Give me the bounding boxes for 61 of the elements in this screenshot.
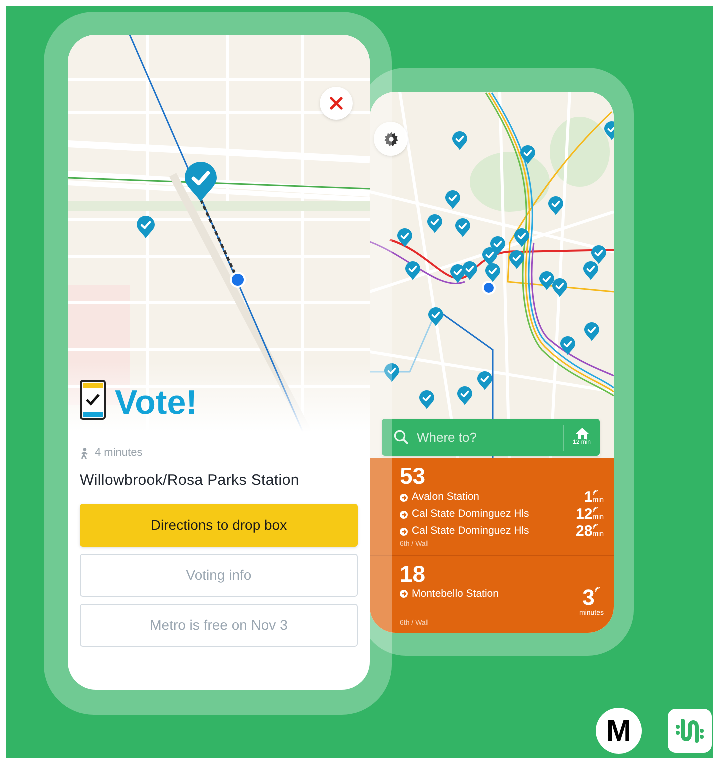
route-number: 53 <box>400 463 427 489</box>
arrow-circle-icon <box>400 590 408 598</box>
route-number: 18 <box>400 560 427 586</box>
realtime-signal-icon <box>592 490 599 496</box>
map-pin-icon[interactable] <box>452 132 468 150</box>
map-pin-icon[interactable] <box>584 322 600 342</box>
map-pin-icon[interactable] <box>420 390 434 410</box>
destination: Cal State Dominguez Hls <box>412 506 530 522</box>
map-pin-icon[interactable] <box>185 162 217 202</box>
close-icon <box>330 97 343 110</box>
map-pin-icon[interactable] <box>548 196 564 216</box>
station-name: Willowbrook/Rosa Parks Station <box>80 470 300 490</box>
arrival-time: 28 <box>576 523 593 540</box>
map-pin-icon[interactable] <box>604 122 614 140</box>
map-pin-icon[interactable] <box>446 190 460 210</box>
search-input[interactable]: Where to? <box>417 428 537 448</box>
map-pin-icon[interactable] <box>486 264 500 282</box>
map-pin-icon[interactable] <box>428 308 444 326</box>
map-pin-icon[interactable] <box>482 248 498 266</box>
info-button[interactable]: Metro is free on Nov 3 <box>80 604 358 647</box>
map-pin-icon[interactable] <box>560 336 576 356</box>
arrival-time: 1 <box>584 489 593 506</box>
arrival-time: 3 <box>582 586 595 608</box>
arrow-circle-icon <box>400 494 408 502</box>
map-pin-icon[interactable] <box>584 262 598 280</box>
realtime-signal-icon <box>592 524 599 530</box>
destination: Cal State Dominguez Hls <box>412 524 530 539</box>
map-pin-icon[interactable] <box>540 272 554 290</box>
search-icon <box>394 430 409 445</box>
home-icon <box>576 428 588 438</box>
map-pin-icon[interactable] <box>552 278 568 298</box>
realtime-signal-icon <box>594 586 601 592</box>
directions-button[interactable]: Directions to drop box <box>80 504 358 547</box>
realtime-signal-icon <box>592 506 599 512</box>
info-button[interactable]: Voting info <box>80 554 358 597</box>
destination: Montebello Station <box>412 586 499 602</box>
arrival-time: 12 <box>576 506 593 523</box>
map-pin-icon[interactable] <box>462 262 478 280</box>
map-pin-icon[interactable] <box>514 228 530 248</box>
walking-person-icon <box>80 448 89 459</box>
map-pin-icon[interactable] <box>458 386 472 406</box>
map-pin-icon[interactable] <box>520 146 536 164</box>
settings-icon <box>384 132 398 146</box>
map-pin-icon[interactable] <box>137 216 155 238</box>
map-pin-icon[interactable] <box>406 262 420 280</box>
map-pin-icon[interactable] <box>398 228 412 248</box>
map-pin-icon[interactable] <box>478 372 492 390</box>
map-pin-icon[interactable] <box>592 246 606 264</box>
destination: Avalon Station <box>412 490 480 505</box>
vote-title: Vote! <box>115 386 198 420</box>
arrow-circle-icon <box>400 510 408 518</box>
location-dot-icon <box>482 281 496 295</box>
arrow-circle-icon <box>400 528 408 536</box>
map-pin-icon[interactable] <box>428 214 442 234</box>
map-pin-icon[interactable] <box>456 218 470 238</box>
map-pin-icon[interactable] <box>510 250 524 270</box>
map-pin-icon[interactable] <box>384 364 400 382</box>
search-field[interactable]: Where to? <box>382 419 563 456</box>
walk-time: 4 minutes <box>95 446 143 461</box>
location-dot-icon <box>230 272 246 288</box>
ballot-phone-icon <box>80 380 106 420</box>
